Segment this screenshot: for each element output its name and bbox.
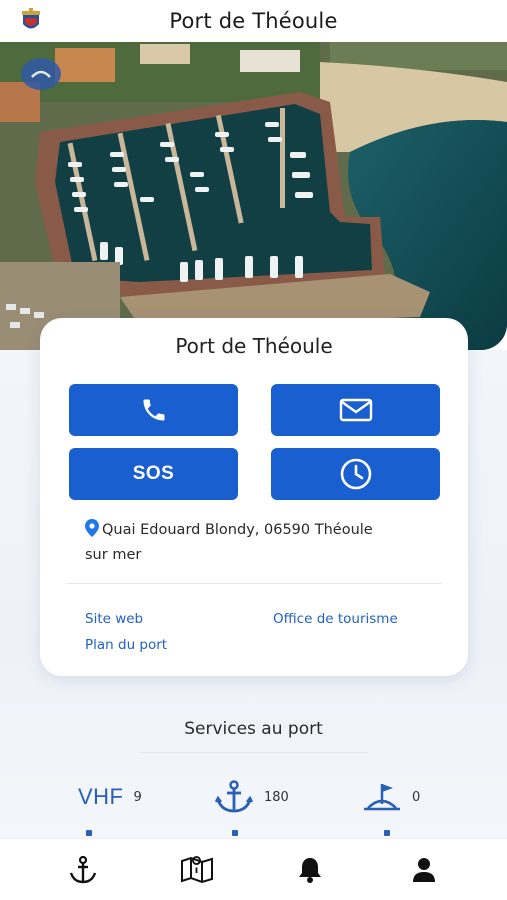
- card-divider: [66, 583, 442, 584]
- hero-image: [0, 42, 507, 350]
- user-icon: [413, 857, 436, 882]
- sos-button[interactable]: SOS: [69, 448, 238, 500]
- opening-hours-button[interactable]: [271, 448, 440, 500]
- phone-icon: [143, 399, 164, 421]
- sos-label: SOS: [132, 463, 175, 484]
- mail-icon: [339, 398, 372, 422]
- crest-icon: [22, 8, 40, 29]
- address-line-2: sur mer: [85, 547, 142, 563]
- page-title: Port de Théoule: [169, 9, 338, 33]
- visitor-berths-stat: 0: [362, 780, 420, 814]
- harbor-map-link[interactable]: Plan du port: [85, 637, 167, 653]
- vhf-stat: VHF 9: [78, 780, 142, 814]
- services-title: Services au port: [184, 719, 323, 739]
- tourism-office-link[interactable]: Office de tourisme: [273, 611, 398, 627]
- email-button[interactable]: [271, 384, 440, 436]
- visitor-berths-value: 0: [412, 789, 421, 805]
- compass-badge-icon[interactable]: [21, 58, 61, 90]
- vhf-value: 9: [133, 789, 142, 805]
- bottom-navigation: [0, 838, 507, 900]
- services-divider: [140, 752, 368, 753]
- card-title: Port de Théoule: [175, 334, 333, 358]
- aerial-photo-of-marina: [0, 42, 507, 350]
- island-flag-icon: [364, 784, 400, 811]
- address-line-1: Quai Edouard Blondy, 06590 Théoule: [102, 522, 373, 538]
- location-pin-icon: [85, 519, 99, 537]
- nav-anchor[interactable]: [63, 850, 103, 890]
- nav-profile[interactable]: [404, 850, 444, 890]
- call-button[interactable]: [69, 384, 238, 436]
- moorings-stat: 180: [214, 780, 289, 814]
- moorings-value: 180: [264, 789, 289, 805]
- website-link[interactable]: Site web: [85, 611, 143, 627]
- port-address: Quai Edouard Blondy, 06590 Théoule sur m…: [85, 518, 425, 568]
- clock-icon: [340, 458, 371, 490]
- bell-icon: [299, 857, 322, 883]
- anchor-icon: [214, 780, 254, 813]
- port-info-card: Port de Théoule SOS Quai Edouard Blondy,…: [40, 318, 468, 676]
- vhf-label: VHF: [78, 784, 124, 809]
- map-icon: [180, 855, 213, 883]
- app-header: Port de Théoule: [0, 0, 507, 42]
- nav-notifications[interactable]: [290, 850, 330, 890]
- nav-map[interactable]: [177, 850, 217, 890]
- anchor-icon: [69, 855, 97, 883]
